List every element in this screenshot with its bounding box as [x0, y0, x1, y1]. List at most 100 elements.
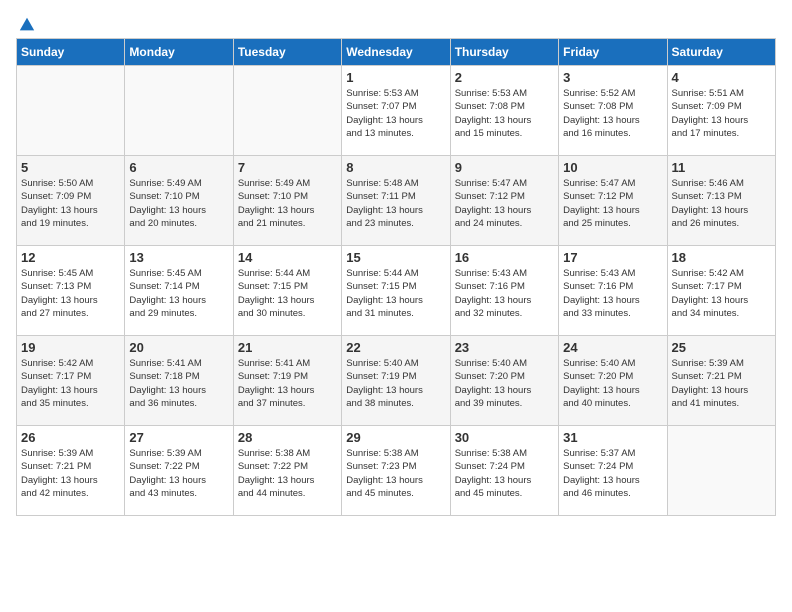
day-info: Sunrise: 5:49 AM Sunset: 7:10 PM Dayligh… — [238, 177, 337, 230]
day-number: 28 — [238, 430, 337, 445]
day-info: Sunrise: 5:45 AM Sunset: 7:13 PM Dayligh… — [21, 267, 120, 320]
calendar-cell: 27 Sunrise: 5:39 AM Sunset: 7:22 PM Dayli… — [125, 426, 233, 516]
day-number: 6 — [129, 160, 228, 175]
calendar-cell: 15 Sunrise: 5:44 AM Sunset: 7:15 PM Dayli… — [342, 246, 450, 336]
day-info: Sunrise: 5:41 AM Sunset: 7:18 PM Dayligh… — [129, 357, 228, 410]
day-info: Sunrise: 5:37 AM Sunset: 7:24 PM Dayligh… — [563, 447, 662, 500]
day-header-friday: Friday — [559, 39, 667, 66]
day-number: 23 — [455, 340, 554, 355]
calendar-cell: 4 Sunrise: 5:51 AM Sunset: 7:09 PM Daylig… — [667, 66, 775, 156]
day-info: Sunrise: 5:45 AM Sunset: 7:14 PM Dayligh… — [129, 267, 228, 320]
day-header-sunday: Sunday — [17, 39, 125, 66]
day-info: Sunrise: 5:40 AM Sunset: 7:19 PM Dayligh… — [346, 357, 445, 410]
day-header-wednesday: Wednesday — [342, 39, 450, 66]
calendar-cell: 22 Sunrise: 5:40 AM Sunset: 7:19 PM Dayli… — [342, 336, 450, 426]
day-info: Sunrise: 5:38 AM Sunset: 7:22 PM Dayligh… — [238, 447, 337, 500]
day-info: Sunrise: 5:40 AM Sunset: 7:20 PM Dayligh… — [455, 357, 554, 410]
calendar-cell: 8 Sunrise: 5:48 AM Sunset: 7:11 PM Daylig… — [342, 156, 450, 246]
day-info: Sunrise: 5:53 AM Sunset: 7:08 PM Dayligh… — [455, 87, 554, 140]
day-number: 18 — [672, 250, 771, 265]
day-info: Sunrise: 5:53 AM Sunset: 7:07 PM Dayligh… — [346, 87, 445, 140]
calendar-cell: 28 Sunrise: 5:38 AM Sunset: 7:22 PM Dayli… — [233, 426, 341, 516]
day-number: 19 — [21, 340, 120, 355]
calendar-cell: 25 Sunrise: 5:39 AM Sunset: 7:21 PM Dayli… — [667, 336, 775, 426]
day-info: Sunrise: 5:44 AM Sunset: 7:15 PM Dayligh… — [346, 267, 445, 320]
day-number: 9 — [455, 160, 554, 175]
day-info: Sunrise: 5:46 AM Sunset: 7:13 PM Dayligh… — [672, 177, 771, 230]
calendar-cell: 12 Sunrise: 5:45 AM Sunset: 7:13 PM Dayli… — [17, 246, 125, 336]
day-info: Sunrise: 5:49 AM Sunset: 7:10 PM Dayligh… — [129, 177, 228, 230]
day-header-monday: Monday — [125, 39, 233, 66]
calendar-cell: 3 Sunrise: 5:52 AM Sunset: 7:08 PM Daylig… — [559, 66, 667, 156]
day-number: 21 — [238, 340, 337, 355]
calendar-cell: 31 Sunrise: 5:37 AM Sunset: 7:24 PM Dayli… — [559, 426, 667, 516]
calendar-cell: 2 Sunrise: 5:53 AM Sunset: 7:08 PM Daylig… — [450, 66, 558, 156]
day-info: Sunrise: 5:39 AM Sunset: 7:21 PM Dayligh… — [672, 357, 771, 410]
day-info: Sunrise: 5:39 AM Sunset: 7:22 PM Dayligh… — [129, 447, 228, 500]
day-number: 15 — [346, 250, 445, 265]
calendar-cell: 29Sunrise: 5:38 AM Sunset: 7:23 PM Dayli… — [342, 426, 450, 516]
day-number: 7 — [238, 160, 337, 175]
calendar-cell: 20 Sunrise: 5:41 AM Sunset: 7:18 PM Dayli… — [125, 336, 233, 426]
day-number: 22 — [346, 340, 445, 355]
calendar-cell — [233, 66, 341, 156]
calendar-cell: 7 Sunrise: 5:49 AM Sunset: 7:10 PM Daylig… — [233, 156, 341, 246]
header — [16, 16, 776, 30]
calendar-cell: 30Sunrise: 5:38 AM Sunset: 7:24 PM Dayli… — [450, 426, 558, 516]
day-info: Sunrise: 5:42 AM Sunset: 7:17 PM Dayligh… — [672, 267, 771, 320]
day-number: 31 — [563, 430, 662, 445]
day-number: 26 — [21, 430, 120, 445]
day-info: Sunrise: 5:48 AM Sunset: 7:11 PM Dayligh… — [346, 177, 445, 230]
day-number: 4 — [672, 70, 771, 85]
day-number: 16 — [455, 250, 554, 265]
calendar-cell: 10 Sunrise: 5:47 AM Sunset: 7:12 PM Dayli… — [559, 156, 667, 246]
calendar-cell: 5 Sunrise: 5:50 AM Sunset: 7:09 PM Daylig… — [17, 156, 125, 246]
day-number: 10 — [563, 160, 662, 175]
calendar-cell — [17, 66, 125, 156]
calendar-cell: 9 Sunrise: 5:47 AM Sunset: 7:12 PM Daylig… — [450, 156, 558, 246]
calendar-cell: 14Sunrise: 5:44 AM Sunset: 7:15 PM Dayli… — [233, 246, 341, 336]
day-number: 11 — [672, 160, 771, 175]
day-info: Sunrise: 5:52 AM Sunset: 7:08 PM Dayligh… — [563, 87, 662, 140]
day-info: Sunrise: 5:47 AM Sunset: 7:12 PM Dayligh… — [563, 177, 662, 230]
day-number: 3 — [563, 70, 662, 85]
calendar-cell: 6 Sunrise: 5:49 AM Sunset: 7:10 PM Daylig… — [125, 156, 233, 246]
calendar-cell: 1 Sunrise: 5:53 AM Sunset: 7:07 PM Daylig… — [342, 66, 450, 156]
day-header-tuesday: Tuesday — [233, 39, 341, 66]
day-number: 25 — [672, 340, 771, 355]
calendar-cell: 26 Sunrise: 5:39 AM Sunset: 7:21 PM Dayli… — [17, 426, 125, 516]
calendar-cell: 21 Sunrise: 5:41 AM Sunset: 7:19 PM Dayli… — [233, 336, 341, 426]
calendar-cell: 16 Sunrise: 5:43 AM Sunset: 7:16 PM Dayli… — [450, 246, 558, 336]
day-info: Sunrise: 5:47 AM Sunset: 7:12 PM Dayligh… — [455, 177, 554, 230]
day-info: Sunrise: 5:43 AM Sunset: 7:16 PM Dayligh… — [563, 267, 662, 320]
calendar-cell: 13 Sunrise: 5:45 AM Sunset: 7:14 PM Dayli… — [125, 246, 233, 336]
day-info: Sunrise: 5:50 AM Sunset: 7:09 PM Dayligh… — [21, 177, 120, 230]
day-number: 1 — [346, 70, 445, 85]
day-number: 12 — [21, 250, 120, 265]
day-number: 29 — [346, 430, 445, 445]
day-number: 20 — [129, 340, 228, 355]
day-info: Sunrise: 5:38 AM Sunset: 7:24 PM Dayligh… — [455, 447, 554, 500]
day-header-thursday: Thursday — [450, 39, 558, 66]
calendar-cell: 18 Sunrise: 5:42 AM Sunset: 7:17 PM Dayli… — [667, 246, 775, 336]
day-info: Sunrise: 5:41 AM Sunset: 7:19 PM Dayligh… — [238, 357, 337, 410]
calendar-cell: 23 Sunrise: 5:40 AM Sunset: 7:20 PM Dayli… — [450, 336, 558, 426]
day-number: 17 — [563, 250, 662, 265]
calendar-table: SundayMondayTuesdayWednesdayThursdayFrid… — [16, 38, 776, 516]
day-info: Sunrise: 5:42 AM Sunset: 7:17 PM Dayligh… — [21, 357, 120, 410]
day-number: 5 — [21, 160, 120, 175]
day-number: 27 — [129, 430, 228, 445]
day-number: 8 — [346, 160, 445, 175]
day-number: 24 — [563, 340, 662, 355]
day-info: Sunrise: 5:39 AM Sunset: 7:21 PM Dayligh… — [21, 447, 120, 500]
day-info: Sunrise: 5:40 AM Sunset: 7:20 PM Dayligh… — [563, 357, 662, 410]
day-info: Sunrise: 5:43 AM Sunset: 7:16 PM Dayligh… — [455, 267, 554, 320]
day-info: Sunrise: 5:44 AM Sunset: 7:15 PM Dayligh… — [238, 267, 337, 320]
day-info: Sunrise: 5:51 AM Sunset: 7:09 PM Dayligh… — [672, 87, 771, 140]
calendar-cell: 24 Sunrise: 5:40 AM Sunset: 7:20 PM Dayli… — [559, 336, 667, 426]
logo-icon — [18, 16, 36, 34]
calendar-cell: 11 Sunrise: 5:46 AM Sunset: 7:13 PM Dayli… — [667, 156, 775, 246]
day-number: 13 — [129, 250, 228, 265]
logo — [16, 16, 36, 30]
day-number: 2 — [455, 70, 554, 85]
